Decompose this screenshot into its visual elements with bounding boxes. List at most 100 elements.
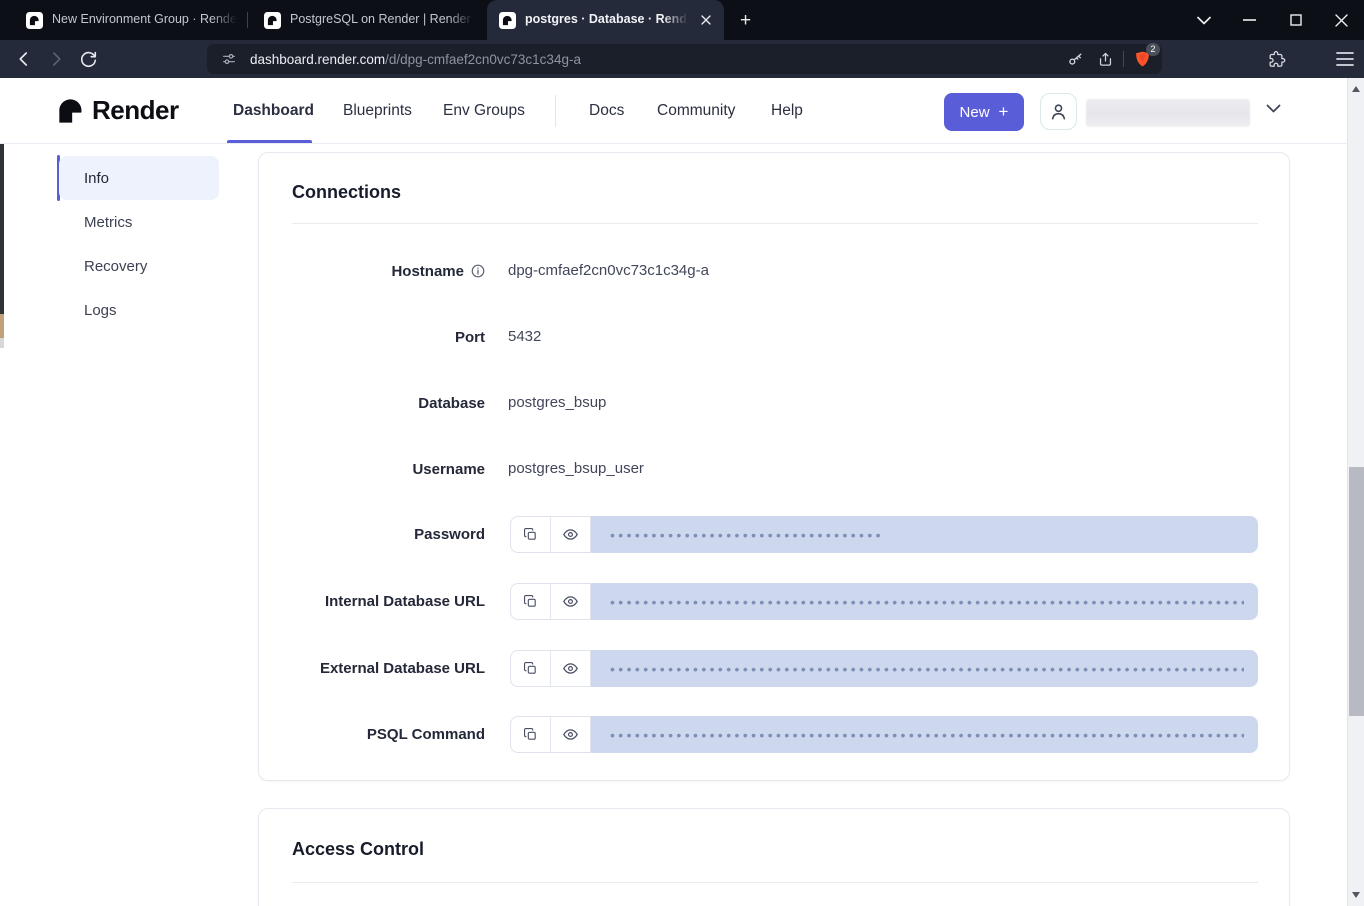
reveal-eye-icon[interactable] [551, 517, 590, 552]
connections-title: Connections [292, 182, 401, 203]
psql-command-label: PSQL Command [292, 724, 485, 744]
sidebar-item-recovery[interactable]: Recovery [59, 244, 219, 288]
nav-dashboard[interactable]: Dashboard [233, 78, 314, 143]
internal-db-url-field[interactable]: ••••••••••••••••••••••••••••••••••••••••… [591, 583, 1258, 620]
background-window-edge [0, 314, 4, 338]
url-text: dashboard.render.com/d/dpg-cmfaef2cn0vc7… [250, 52, 1063, 67]
new-button-label: New [960, 104, 990, 121]
masked-value: ••••••••••••••••••••••••••••••••••••••••… [610, 727, 1244, 742]
masked-value: ••••••••••••••••••••••••••••••••••••••••… [610, 661, 1244, 676]
render-favicon-icon [26, 12, 43, 29]
reveal-eye-icon[interactable] [551, 584, 590, 619]
psql-command-field[interactable]: ••••••••••••••••••••••••••••••••••••••••… [591, 716, 1258, 753]
password-label: Password [292, 524, 485, 544]
hostname-label: Hostname [292, 261, 485, 281]
external-db-url-actions [510, 650, 591, 687]
nav-docs[interactable]: Docs [589, 78, 624, 143]
nav-separator [555, 95, 556, 127]
account-button[interactable] [1040, 93, 1077, 130]
extensions-icon[interactable] [1264, 46, 1290, 72]
reload-button[interactable] [75, 46, 101, 72]
tab-divider [247, 12, 248, 28]
address-bar[interactable]: dashboard.render.com/d/dpg-cmfaef2cn0vc7… [207, 44, 1162, 74]
share-icon[interactable] [1093, 47, 1117, 71]
url-host: dashboard.render.com [250, 52, 385, 67]
sidebar-item-metrics[interactable]: Metrics [59, 200, 219, 244]
card-divider [292, 882, 1258, 883]
app-header: Render Dashboard Blueprints Env Groups D… [0, 78, 1347, 144]
copy-icon[interactable] [511, 584, 550, 619]
render-logo-icon[interactable] [57, 97, 85, 125]
tab-new-environment-group[interactable]: New Environment Group · Render Das [14, 0, 247, 40]
new-tab-button[interactable]: + [734, 9, 757, 32]
tab-close-icon[interactable] [697, 12, 714, 29]
info-icon[interactable] [471, 264, 485, 278]
external-db-url-label: External Database URL [292, 658, 485, 678]
sidebar-item-info[interactable]: Info [59, 156, 219, 200]
tab-postgres-database-active[interactable]: postgres · Database · Render Da [487, 0, 724, 40]
scrollbar-thumb[interactable] [1349, 467, 1364, 716]
database-value: postgres_bsup [508, 394, 606, 411]
tab-postgresql-docs[interactable]: PostgreSQL on Render | Render Docs [252, 0, 484, 40]
person-icon [1048, 101, 1069, 122]
redacted-account-name [1086, 99, 1250, 127]
external-db-url-field[interactable]: ••••••••••••••••••••••••••••••••••••••••… [591, 650, 1258, 687]
connections-card: Connections Hostname dpg-cmfaef2cn0vc73c… [258, 152, 1290, 781]
url-path: /d/dpg-cmfaef2cn0vc73c1c34g-a [385, 52, 581, 67]
window-maximize-button[interactable] [1273, 0, 1319, 40]
tab-strip: New Environment Group · Render Das Postg… [0, 0, 1364, 40]
port-value: 5432 [508, 328, 541, 345]
port-label: Port [292, 327, 485, 347]
address-bar-divider [1123, 51, 1124, 67]
scroll-up-arrow[interactable] [1352, 86, 1360, 92]
shield-badge: 2 [1146, 43, 1160, 56]
reveal-eye-icon[interactable] [551, 717, 590, 752]
tab-title: postgres · Database · Render Da [525, 12, 688, 26]
window-close-button[interactable] [1318, 0, 1364, 40]
nav-help[interactable]: Help [771, 78, 803, 143]
internal-db-url-label: Internal Database URL [292, 591, 485, 611]
brand-name[interactable]: Render [92, 95, 179, 126]
password-actions [510, 516, 591, 553]
copy-icon[interactable] [511, 717, 550, 752]
psql-command-actions [510, 716, 591, 753]
render-favicon-icon [264, 12, 281, 29]
brave-shield-icon[interactable]: 2 [1130, 47, 1154, 71]
access-control-title: Access Control [292, 839, 424, 860]
username-value: postgres_bsup_user [508, 460, 644, 477]
username-label: Username [292, 459, 485, 479]
tab-title: PostgreSQL on Render | Render Docs [290, 12, 474, 26]
account-chevron-icon[interactable] [1266, 104, 1281, 114]
new-button[interactable]: New + [944, 93, 1024, 131]
background-window-edge [0, 338, 4, 348]
password-key-icon[interactable] [1063, 47, 1087, 71]
copy-icon[interactable] [511, 651, 550, 686]
password-field[interactable]: ••••••••••••••••••••••••••••••••• [591, 516, 1258, 553]
forward-button[interactable] [43, 46, 69, 72]
card-divider [292, 223, 1258, 224]
masked-value: ••••••••••••••••••••••••••••••••••••••••… [610, 594, 1244, 609]
access-control-card: Access Control [258, 808, 1290, 906]
tab-search-chevron-icon[interactable] [1181, 0, 1227, 40]
window-minimize-button[interactable] [1226, 0, 1272, 40]
hostname-value: dpg-cmfaef2cn0vc73c1c34g-a [508, 262, 709, 279]
plus-icon: + [999, 102, 1009, 122]
nav-community[interactable]: Community [657, 78, 735, 143]
sidebar-item-logs[interactable]: Logs [59, 288, 219, 332]
masked-value: ••••••••••••••••••••••••••••••••• [610, 527, 884, 542]
nav-active-underline [227, 140, 312, 143]
database-label: Database [292, 393, 485, 413]
nav-env-groups[interactable]: Env Groups [443, 78, 525, 143]
tab-title: New Environment Group · Render Das [52, 12, 237, 26]
reveal-eye-icon[interactable] [551, 651, 590, 686]
site-settings-icon[interactable] [217, 47, 241, 71]
render-favicon-icon [499, 12, 516, 29]
browser-menu-icon[interactable] [1332, 46, 1358, 72]
scroll-down-arrow[interactable] [1352, 892, 1360, 898]
back-button[interactable] [11, 46, 37, 72]
render-dashboard-page: Render Dashboard Blueprints Env Groups D… [0, 78, 1364, 906]
internal-db-url-actions [510, 583, 591, 620]
page-scrollbar[interactable] [1347, 78, 1364, 906]
copy-icon[interactable] [511, 517, 550, 552]
nav-blueprints[interactable]: Blueprints [343, 78, 412, 143]
